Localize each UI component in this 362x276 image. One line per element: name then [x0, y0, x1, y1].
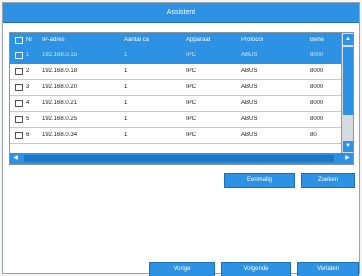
- arrow-left-icon[interactable]: ◀: [10, 153, 21, 164]
- table-row[interactable]: 6 192.168.0.34 1 IPC ABUS 80: [10, 128, 342, 144]
- row-port: 1: [124, 68, 128, 74]
- device-table: Nr IP-adres Aantal ca Apparaat Protocol …: [9, 32, 354, 165]
- row-protocol: ABUS: [241, 132, 258, 138]
- row-action: 8000: [310, 84, 324, 90]
- wizard-dialog: Assistent Nr IP-adres Aantal ca Apparaat…: [2, 2, 360, 274]
- row-action: 8000: [310, 68, 324, 74]
- table-row[interactable]: 1 192.168.0.15 1 IPC ABUS 8000: [10, 48, 342, 64]
- row-action: 8000: [310, 100, 324, 106]
- row-checkbox[interactable]: [15, 132, 23, 139]
- row-action: 8000: [310, 116, 324, 122]
- row-action: 80: [310, 132, 317, 138]
- row-ip: 192.168.0.25: [42, 116, 78, 122]
- column-header-action[interactable]: Behe: [310, 37, 340, 43]
- cancel-button[interactable]: Verlaten: [297, 262, 359, 276]
- row-device: IPC: [186, 52, 197, 58]
- row-action: 8000: [310, 52, 324, 58]
- row-device: IPC: [186, 68, 197, 74]
- row-port: 1: [124, 84, 128, 90]
- row-device: IPC: [186, 116, 197, 122]
- row-protocol: ABUS: [241, 52, 258, 58]
- table-row[interactable]: 2 192.168.0.18 1 IPC ABUS 8000: [10, 64, 342, 80]
- dialog-title: Assistent: [166, 9, 196, 16]
- row-device: IPC: [186, 132, 197, 138]
- row-checkbox[interactable]: [15, 100, 23, 107]
- edit-button[interactable]: Eenmalig: [224, 173, 295, 188]
- arrow-down-icon[interactable]: ▼: [343, 141, 353, 152]
- horizontal-scroll-thumb[interactable]: [24, 155, 334, 162]
- previous-button[interactable]: Vorige: [149, 262, 215, 276]
- select-all-checkbox[interactable]: [15, 37, 23, 44]
- row-nr: 3: [26, 84, 30, 90]
- table-row[interactable]: 4 192.168.0.21 1 IPC ABUS 8000: [10, 96, 342, 112]
- table-header: Nr IP-adres Aantal ca Apparaat Protocol …: [10, 33, 342, 48]
- row-port: 1: [124, 100, 128, 106]
- table-row[interactable]: 3 192.168.0.20 1 IPC ABUS 8000: [10, 80, 342, 96]
- row-checkbox[interactable]: [15, 52, 23, 59]
- column-header-ip[interactable]: IP-adres: [42, 37, 122, 43]
- row-nr: 2: [26, 68, 30, 74]
- row-protocol: ABUS: [241, 68, 258, 74]
- row-port: 1: [124, 132, 128, 138]
- column-header-protocol[interactable]: Protocol: [241, 37, 281, 43]
- row-device: IPC: [186, 84, 197, 90]
- row-port: 1: [124, 116, 128, 122]
- row-checkbox[interactable]: [15, 68, 23, 75]
- search-button[interactable]: Zoeken: [301, 173, 355, 188]
- vertical-scrollbar[interactable]: ▲ ▼: [341, 33, 353, 155]
- row-port: 1: [124, 52, 128, 58]
- column-header-port[interactable]: Aantal ca: [124, 37, 174, 43]
- row-checkbox[interactable]: [15, 116, 23, 123]
- row-protocol: ABUS: [241, 100, 258, 106]
- table-row[interactable]: 5 192.168.0.25 1 IPC ABUS 8000: [10, 112, 342, 128]
- row-ip: 192.168.0.34: [42, 132, 78, 138]
- row-checkbox[interactable]: [15, 84, 23, 91]
- vertical-scroll-thumb[interactable]: [343, 47, 353, 115]
- row-device: IPC: [186, 100, 197, 106]
- row-ip: 192.168.0.20: [42, 84, 78, 90]
- row-nr: 6: [26, 132, 30, 138]
- row-ip: 192.168.0.18: [42, 68, 78, 74]
- horizontal-scrollbar[interactable]: ◀ ▶: [10, 153, 353, 164]
- title-bar: Assistent: [3, 3, 359, 23]
- row-nr: 1: [26, 52, 30, 58]
- row-nr: 5: [26, 116, 30, 122]
- column-header-device[interactable]: Apparaat: [186, 37, 234, 43]
- arrow-right-icon[interactable]: ▶: [342, 153, 353, 164]
- column-header-nr[interactable]: Nr: [26, 37, 36, 43]
- row-ip: 192.168.0.21: [42, 100, 78, 106]
- arrow-up-icon[interactable]: ▲: [343, 34, 353, 45]
- row-ip: 192.168.0.15: [42, 52, 78, 58]
- row-protocol: ABUS: [241, 116, 258, 122]
- row-nr: 4: [26, 100, 30, 106]
- row-protocol: ABUS: [241, 84, 258, 90]
- next-button[interactable]: Volgende: [221, 262, 291, 276]
